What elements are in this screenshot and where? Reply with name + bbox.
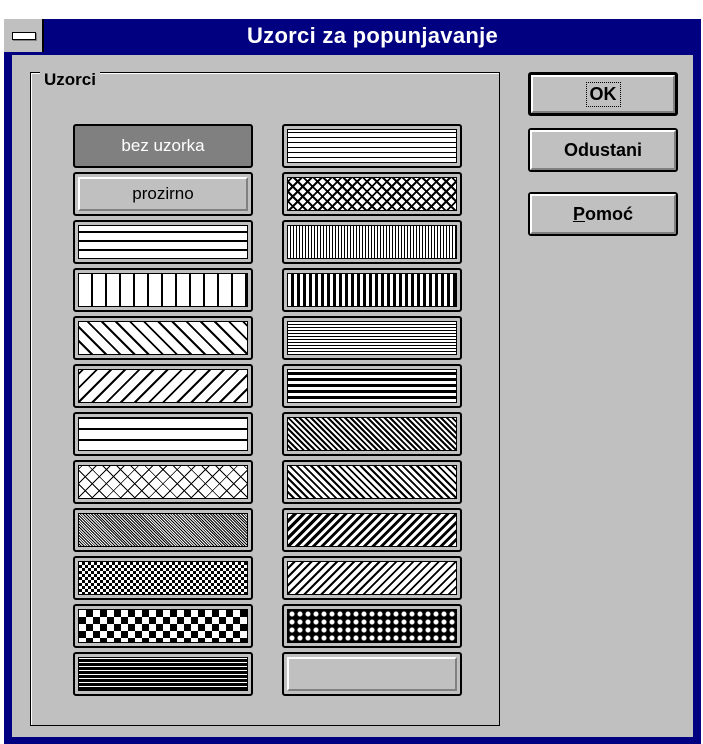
pattern-swatch <box>287 129 457 163</box>
pattern-swatch <box>78 321 248 355</box>
pattern-swatch <box>287 321 457 355</box>
pattern-dense-horizontal-lines-button[interactable] <box>282 316 462 360</box>
pattern-grid-button[interactable] <box>73 412 253 456</box>
pattern-bold-horizontal-lines-button[interactable] <box>282 364 462 408</box>
pattern-swatch <box>78 609 248 643</box>
pattern-swatch <box>287 465 457 499</box>
help-button[interactable]: Pomoć <box>528 192 678 236</box>
pattern-dense-grid-black-button[interactable] <box>73 652 253 696</box>
pattern-lattice-button[interactable] <box>282 604 462 648</box>
system-menu-icon <box>12 32 36 40</box>
pattern-none-button[interactable]: bez uzorka <box>73 124 253 168</box>
pattern-swatch <box>287 513 457 547</box>
help-button-label: Pomoć <box>572 203 634 224</box>
pattern-dense-vertical-lines-button[interactable] <box>282 220 462 264</box>
pattern-swatch <box>287 609 457 643</box>
pattern-swatch <box>78 273 248 307</box>
pattern-swatch <box>78 465 248 499</box>
pattern-diagonal-cross-button[interactable] <box>73 460 253 504</box>
pattern-bold-vertical-lines-button[interactable] <box>282 268 462 312</box>
pattern-fine-checker-button[interactable] <box>73 556 253 600</box>
ok-button-label: OK <box>585 81 621 107</box>
pattern-swatch <box>78 417 248 451</box>
pattern-swatch <box>78 369 248 403</box>
pattern-swatch <box>287 417 457 451</box>
pattern-large-checker-button[interactable] <box>73 604 253 648</box>
pattern-dense-diagonal-cross-button[interactable] <box>282 172 462 216</box>
window-title: Uzorci za popunjavanje <box>246 23 499 48</box>
pattern-fine-grid-button[interactable] <box>282 124 462 168</box>
pattern-swatch <box>287 369 457 403</box>
pattern-blank-button[interactable] <box>282 652 462 696</box>
pattern-swatch <box>287 273 457 307</box>
cancel-button-label: Odustani <box>563 139 642 160</box>
pattern-swatch <box>287 225 457 259</box>
system-menu-button[interactable] <box>4 19 44 52</box>
pattern-diagonal-lines-down-button[interactable] <box>73 316 253 360</box>
pattern-horizontal-lines-button[interactable] <box>73 220 253 264</box>
pattern-swatch <box>287 561 457 595</box>
pattern-transparent-button[interactable]: prozirno <box>73 172 253 216</box>
cancel-button[interactable]: Odustani <box>528 128 678 172</box>
pattern-diagonal-lines-up-button[interactable] <box>73 364 253 408</box>
pattern-fine-dots-gray-button[interactable] <box>73 508 253 552</box>
pattern-vertical-lines-button[interactable] <box>73 268 253 312</box>
pattern-swatch <box>287 177 457 211</box>
pattern-swatch <box>78 657 248 691</box>
pattern-medium-diagonal-down-button[interactable] <box>282 460 462 504</box>
pattern-label: bez uzorka <box>78 129 248 163</box>
pattern-bold-diagonal-up-button[interactable] <box>282 508 462 552</box>
ok-button[interactable]: OK <box>528 72 678 116</box>
pattern-swatch <box>78 561 248 595</box>
pattern-swatch <box>78 225 248 259</box>
pattern-dense-diagonal-down-button[interactable] <box>282 412 462 456</box>
patterns-group-label: Uzorci <box>40 70 100 90</box>
pattern-label: prozirno <box>78 177 248 211</box>
pattern-medium-diagonal-up-button[interactable] <box>282 556 462 600</box>
pattern-swatch <box>78 513 248 547</box>
pattern-label <box>287 657 457 691</box>
